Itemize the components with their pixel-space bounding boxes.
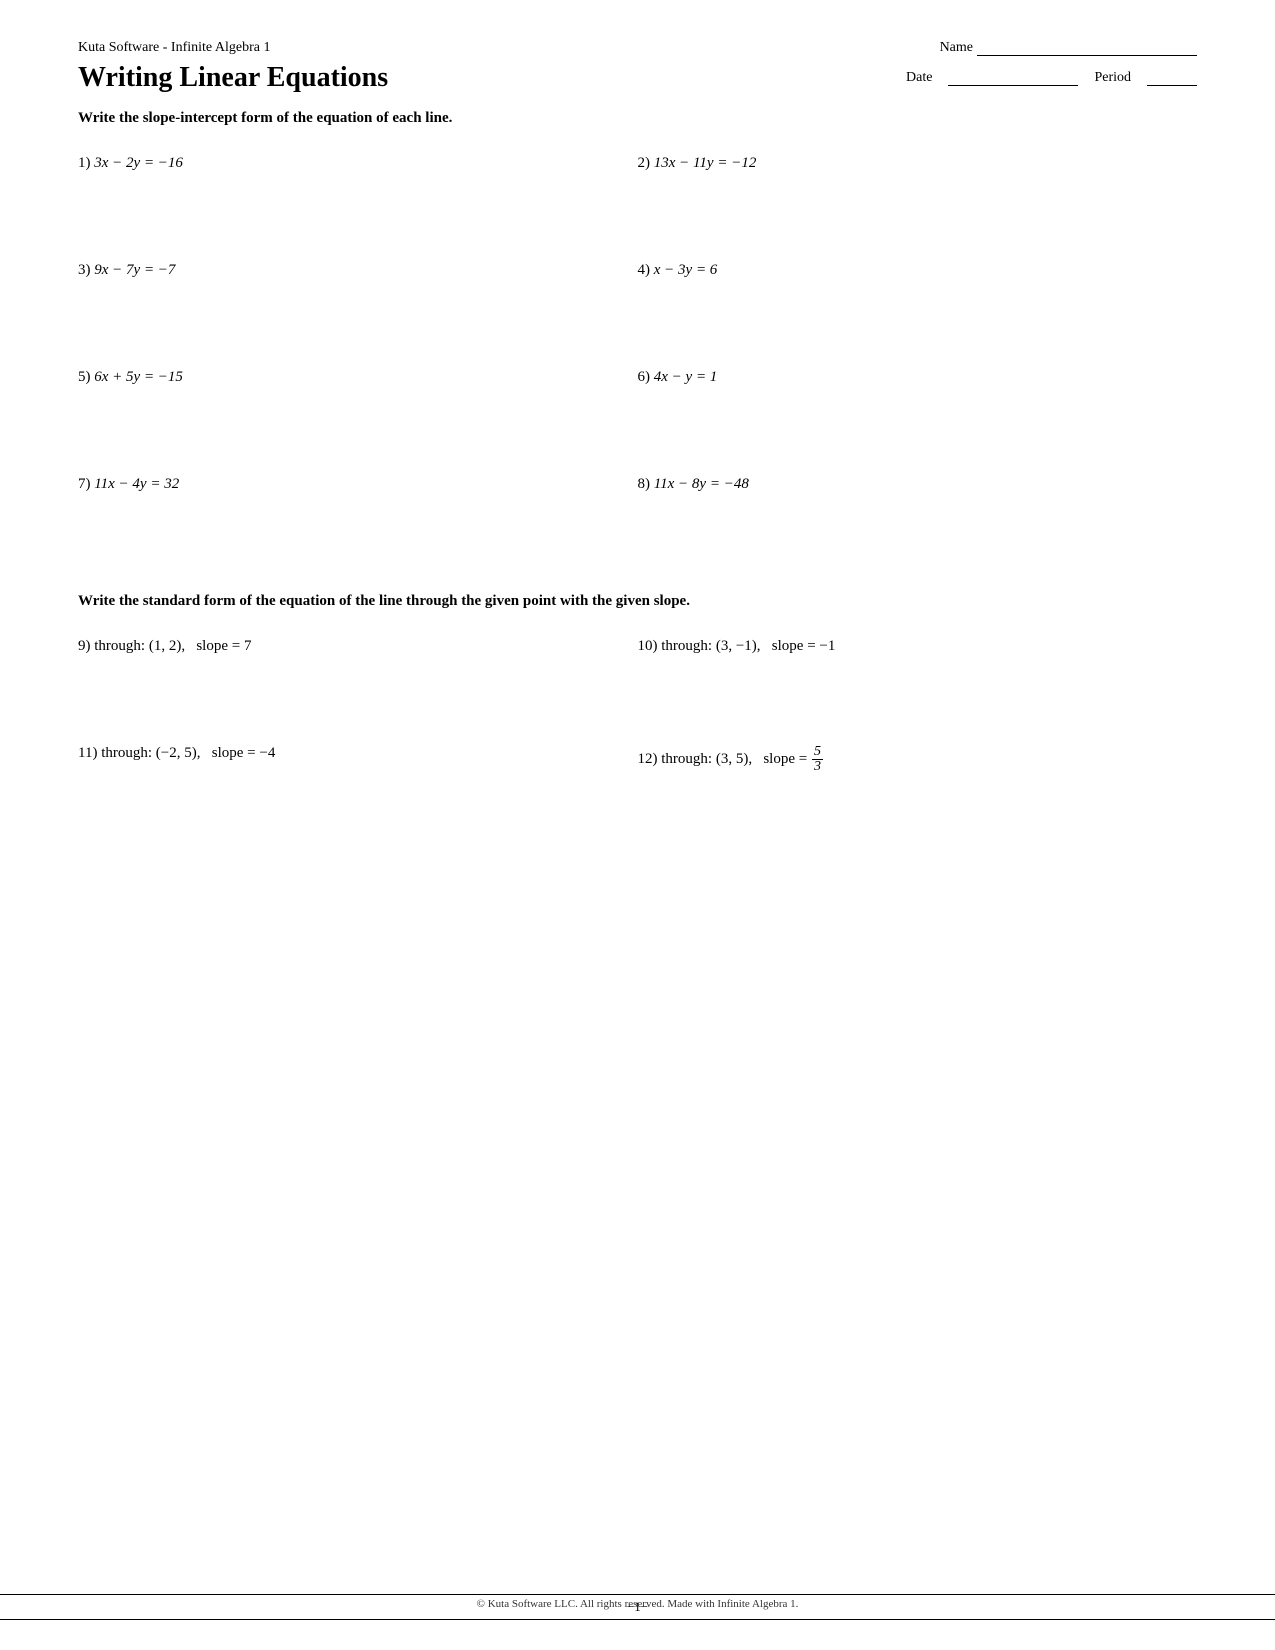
problem-text-10: through: (3, −1), slope = −1 — [661, 638, 835, 654]
section1-instruction: Write the slope-intercept form of the eq… — [78, 110, 1197, 127]
footer-line-bottom — [0, 1619, 1275, 1620]
problem-5: 5) 6x + 5y = −15 — [78, 359, 638, 466]
footer: −1− © Kuta Software LLC. All rights rese… — [0, 1594, 1275, 1620]
problem-6: 6) 4x − y = 1 — [638, 359, 1198, 466]
period-underline — [1147, 70, 1197, 86]
denominator-12: 3 — [812, 760, 823, 774]
numerator-12: 5 — [812, 745, 823, 760]
date-underline — [948, 70, 1078, 86]
problem-11: 11) through: (−2, 5), slope = −4 — [78, 735, 638, 854]
problem-3: 3) 9x − 7y = −7 — [78, 252, 638, 359]
problem-number-10: 10) — [638, 638, 662, 654]
worksheet-title: Writing Linear Equations — [78, 62, 388, 94]
problem-eq-6: 4x − y = 1 — [654, 369, 718, 385]
problem-2: 2) 13x − 11y = −12 — [638, 145, 1198, 252]
problem-text-11: through: (−2, 5), slope = −4 — [101, 745, 275, 761]
problem-number-9: 9) — [78, 638, 94, 654]
section2-instruction: Write the standard form of the equation … — [78, 593, 1197, 610]
header: Kuta Software - Infinite Algebra 1 Name — [78, 40, 1197, 56]
problem-10: 10) through: (3, −1), slope = −1 — [638, 628, 1198, 735]
problem-number-8: 8) — [638, 476, 654, 492]
name-field: Name — [940, 40, 1197, 56]
problem-eq-3: 9x − 7y = −7 — [94, 262, 175, 278]
problem-7: 7) 11x − 4y = 32 — [78, 466, 638, 573]
section2-problems: 9) through: (1, 2), slope = 7 10) throug… — [78, 628, 1197, 854]
footer-line-top — [0, 1594, 1275, 1595]
problem-number-5: 5) — [78, 369, 94, 385]
date-label: Date — [906, 70, 932, 86]
problem-text-9: through: (1, 2), slope = 7 — [94, 638, 251, 654]
problem-number-3: 3) — [78, 262, 94, 278]
date-period-row: Date Period — [906, 70, 1197, 86]
title-row: Writing Linear Equations Date Period — [78, 62, 1197, 94]
software-label: Kuta Software - Infinite Algebra 1 — [78, 40, 270, 56]
problem-text-12: through: (3, 5), slope = — [661, 751, 811, 767]
name-underline — [977, 40, 1197, 56]
period-label: Period — [1094, 70, 1131, 86]
problem-number-2: 2) — [638, 155, 654, 171]
name-label: Name — [940, 40, 973, 56]
problem-number-12: 12) — [638, 751, 662, 767]
problem-number-7: 7) — [78, 476, 94, 492]
problem-4: 4) x − 3y = 6 — [638, 252, 1198, 359]
problem-eq-2: 13x − 11y = −12 — [654, 155, 757, 171]
problem-number-6: 6) — [638, 369, 654, 385]
problem-eq-7: 11x − 4y = 32 — [94, 476, 179, 492]
footer-copyright: © Kuta Software LLC. All rights reserved… — [0, 1598, 1275, 1610]
problem-number-1: 1) — [78, 155, 94, 171]
problem-eq-1: 3x − 2y = −16 — [94, 155, 183, 171]
problem-eq-4: x − 3y = 6 — [654, 262, 718, 278]
problem-1: 1) 3x − 2y = −16 — [78, 145, 638, 252]
problem-12: 12) through: (3, 5), slope = 53 — [638, 735, 1198, 854]
problem-9: 9) through: (1, 2), slope = 7 — [78, 628, 638, 735]
fraction-12: 53 — [812, 745, 823, 774]
section1-problems: 1) 3x − 2y = −16 2) 13x − 11y = −12 3) 9… — [78, 145, 1197, 573]
problem-eq-8: 11x − 8y = −48 — [654, 476, 749, 492]
problem-number-4: 4) — [638, 262, 654, 278]
problem-eq-5: 6x + 5y = −15 — [94, 369, 183, 385]
problem-8: 8) 11x − 8y = −48 — [638, 466, 1198, 573]
problem-number-11: 11) — [78, 745, 101, 761]
